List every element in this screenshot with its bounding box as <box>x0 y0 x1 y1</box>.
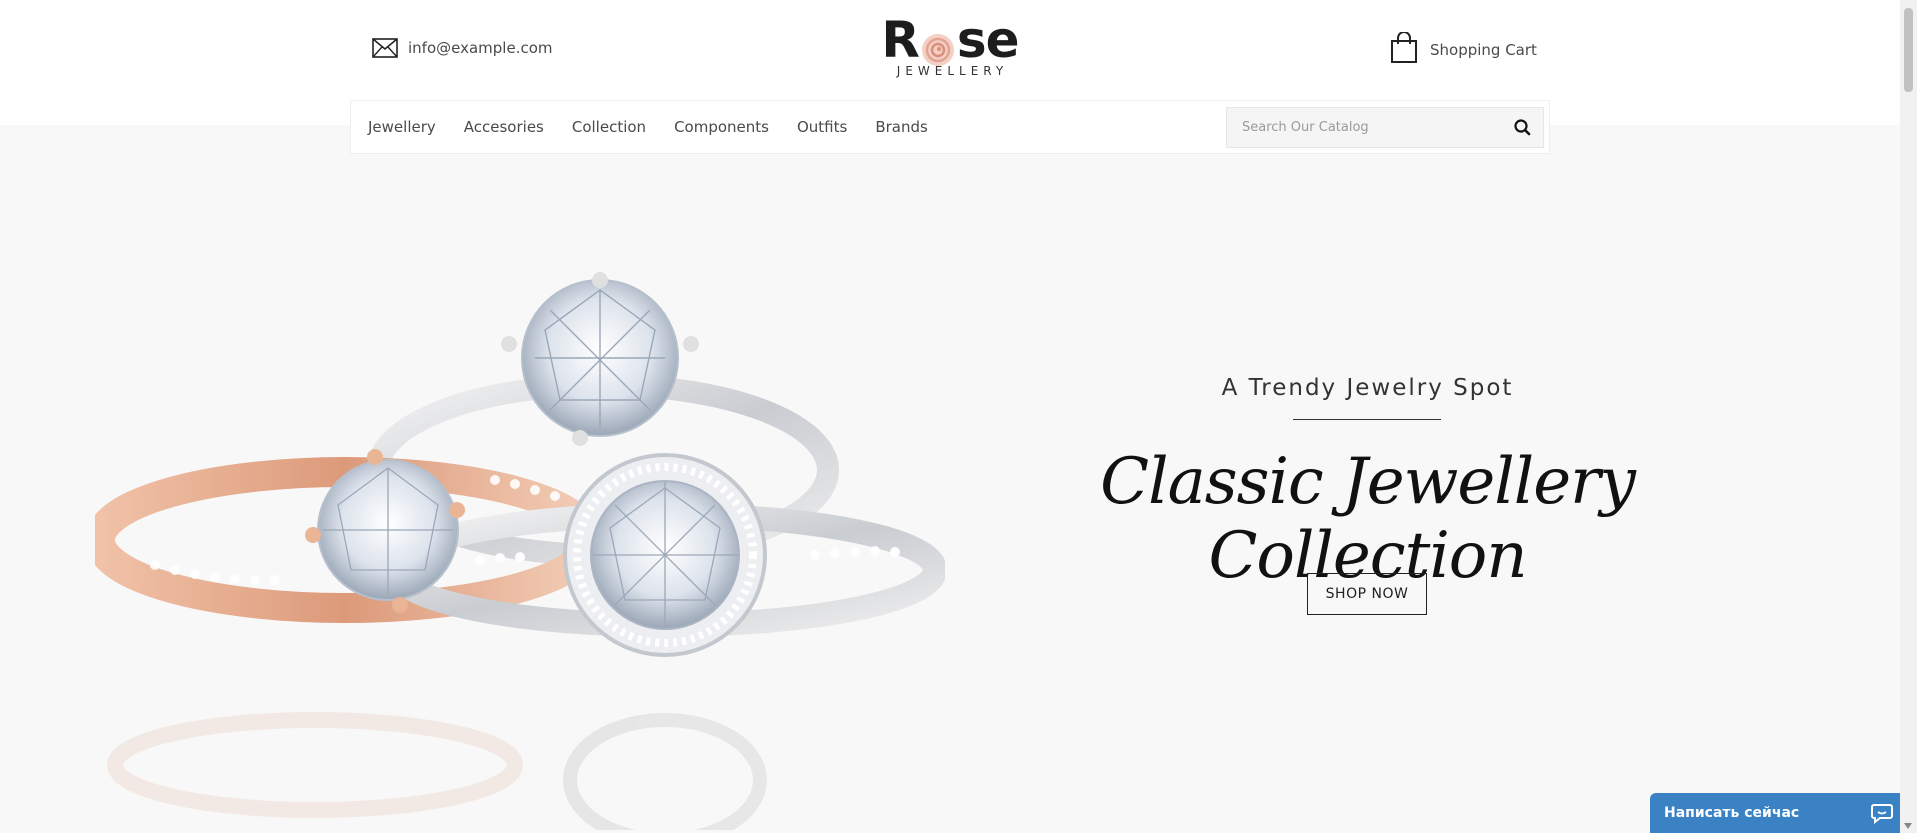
rose-icon <box>920 25 956 66</box>
nav-item-accesories[interactable]: Accesories <box>464 118 544 136</box>
page-scrollbar[interactable] <box>1900 0 1917 833</box>
scroll-down-arrow-icon[interactable] <box>1904 823 1912 829</box>
search-box <box>1226 107 1544 148</box>
chat-label: Написать сейчас <box>1664 805 1800 821</box>
shopping-cart-link[interactable]: Shopping Cart <box>1390 31 1537 68</box>
shop-now-button[interactable]: SHOP NOW <box>1307 573 1427 615</box>
hero-title: Classic Jewellery Collection <box>1100 445 1636 593</box>
envelope-icon <box>372 37 398 59</box>
nav-item-jewellery[interactable]: Jewellery <box>368 118 436 136</box>
logo-subtitle: JEWELLERY <box>896 64 1009 78</box>
logo-wordmark: R se <box>880 14 1020 66</box>
logo-letter-r: R <box>881 11 920 69</box>
search-input[interactable] <box>1227 108 1497 147</box>
scrollbar-thumb[interactable] <box>1904 8 1913 92</box>
nav-item-collection[interactable]: Collection <box>572 118 646 136</box>
hero-subtitle: A Trendy Jewelry Spot <box>1221 375 1514 401</box>
hero-divider <box>1293 419 1441 420</box>
search-icon[interactable] <box>1513 118 1533 138</box>
email-link[interactable]: info@example.com <box>372 37 553 59</box>
nav-item-brands[interactable]: Brands <box>875 118 928 136</box>
chat-widget-button[interactable]: Написать сейчас <box>1650 793 1905 833</box>
hero-banner: A Trendy Jewelry Spot Classic Jewellery … <box>0 125 1900 833</box>
cart-label: Shopping Cart <box>1430 41 1537 59</box>
site-logo[interactable]: R se JEWELLERY <box>880 14 1020 78</box>
rings-image <box>85 270 947 833</box>
shopping-bag-icon <box>1390 31 1418 68</box>
logo-letters-se: se <box>956 11 1020 69</box>
email-text: info@example.com <box>408 39 553 57</box>
nav-menu: Jewellery Accesories Collection Componen… <box>368 101 928 153</box>
chat-bubble-icon <box>1871 802 1893 828</box>
main-nav: Jewellery Accesories Collection Componen… <box>350 100 1550 154</box>
nav-item-components[interactable]: Components <box>674 118 769 136</box>
nav-item-outfits[interactable]: Outfits <box>797 118 847 136</box>
